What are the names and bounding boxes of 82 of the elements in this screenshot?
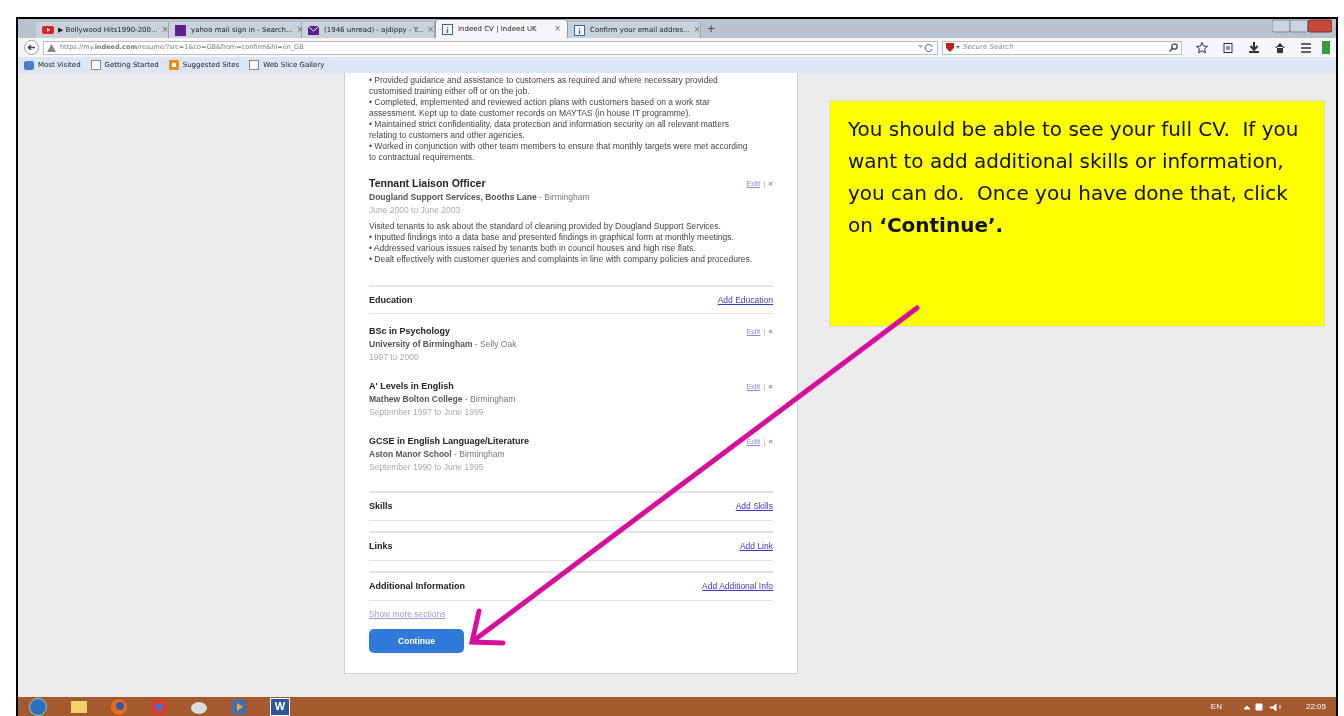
school-location: - Birmingham	[464, 394, 516, 404]
school-name: University of Birmingham	[369, 339, 473, 349]
star-icon[interactable]	[1196, 41, 1208, 54]
continue-button[interactable]: Continue	[369, 629, 464, 653]
show-more-link[interactable]: Show more sections	[369, 609, 773, 620]
play-icon[interactable]	[230, 697, 248, 716]
shield-icon	[946, 43, 960, 52]
remove-button[interactable]: ×	[768, 178, 773, 189]
employer-location: - Birmingham	[539, 192, 590, 202]
resume-text-line: • Worked in conjunction with other team members to ensure that monthly targets were met according	[369, 141, 749, 152]
warning-icon	[47, 43, 56, 52]
remove-button[interactable]: ×	[768, 436, 773, 447]
page-icon	[90, 60, 101, 70]
resume-text-line: • Completed, implemented and reviewed action plans with customers based on a work star	[369, 97, 711, 108]
edit-link[interactable]: Edit	[746, 381, 761, 392]
tab-close-button[interactable]: ×	[554, 23, 561, 35]
tab-close-button[interactable]: ×	[693, 24, 701, 36]
remove-button[interactable]: ×	[768, 326, 773, 337]
download-icon[interactable]	[1248, 41, 1260, 54]
window-controls-icon[interactable]	[1272, 19, 1332, 33]
menu-icon[interactable]	[1300, 41, 1312, 54]
callout-note: You should be able to see your full CV. If you want to add additional skills or information, you can do. Once you have done that, click on ‘Continue’.	[829, 100, 1325, 327]
edit-link[interactable]: Edit	[746, 178, 761, 189]
school-name: Aston Manor School	[369, 449, 452, 459]
language-indicator[interactable]: EN	[1210, 700, 1222, 713]
school-location: - Birmingham	[454, 449, 505, 459]
job-description-line: • Addressed various issues raised by tenants both in council houses and high rise flats.	[369, 243, 697, 254]
add-section-link[interactable]: Add Skills	[735, 501, 773, 512]
tab-close-button[interactable]: ×	[296, 24, 304, 36]
envelope-icon	[308, 24, 320, 36]
remove-button[interactable]: ×	[768, 381, 773, 392]
video-icon	[42, 24, 54, 36]
edit-link[interactable]: Edit	[746, 436, 761, 447]
new-tab-button[interactable]: +	[701, 21, 722, 36]
section-heading: Skills	[369, 501, 393, 512]
star-folder-icon	[24, 60, 34, 70]
reload-icon[interactable]	[918, 43, 934, 52]
school-name: Mathew Bolton College	[369, 394, 463, 404]
section-heading: Education	[369, 294, 413, 306]
job-dates: June 2000 to June 2003	[369, 205, 462, 216]
clock-time: 22:05	[1305, 700, 1326, 713]
resume-text-line: assessment. Kept up to date customer records on MAYTAS (in house IT programme).	[369, 108, 692, 119]
school-location: - Selly Oak	[474, 339, 517, 349]
education-dates: September 1997 to June 1999	[369, 407, 485, 418]
resume-text-line: customised training either off or on the job.	[369, 86, 531, 97]
back-button-icon[interactable]	[24, 40, 39, 55]
separator-text: |	[763, 436, 766, 447]
degree-title: GCSE in English Language/Literature	[369, 436, 530, 447]
tray-icons-icon[interactable]	[1243, 702, 1284, 711]
suggested-sites-icon	[168, 60, 179, 70]
add-section-link[interactable]: Add Link	[739, 541, 773, 552]
separator-text: |	[763, 326, 766, 337]
clipboard-icon[interactable]	[1222, 41, 1234, 54]
tab-close-button[interactable]: ×	[161, 24, 169, 36]
word-app-button[interactable]: W	[270, 697, 290, 716]
job-description-line: Visited tenants to ask about the standard of cleaning provided by Dougland Support Services.	[369, 221, 722, 232]
job-title: Tennant Liaison Officer	[369, 178, 486, 189]
page-icon	[442, 23, 454, 35]
employer-name: Dougland Support Services, Booths Lane	[369, 192, 537, 202]
page-icon	[249, 60, 260, 70]
add-section-link[interactable]: Add Additional Info	[702, 581, 773, 592]
separator-text: |	[763, 381, 766, 392]
home-icon[interactable]	[1274, 41, 1286, 54]
job-description-line: • Dealt effectively with customer queries and complaints in line with company policies and procedures.	[369, 254, 754, 265]
education-dates: September 1990 to June 1995	[369, 462, 485, 473]
resume-text-line: • Provided guidance and assistance to customers as required and where necessary provided	[369, 75, 719, 86]
separator-text: |	[763, 178, 766, 189]
resume-text-line: to contractual requirements.	[369, 152, 476, 163]
degree-title: BSc in Psychology	[369, 326, 451, 337]
start-orb-icon[interactable]	[28, 697, 48, 716]
add-section-link[interactable]: Add Education	[717, 294, 773, 306]
education-dates: 1997 to 2000	[369, 352, 420, 363]
section-heading: Links	[369, 541, 393, 552]
page-icon	[574, 24, 586, 36]
tab-close-button[interactable]: ×	[427, 24, 434, 36]
degree-title: A' Levels in English	[369, 381, 454, 392]
section-heading: Additional Information	[369, 581, 465, 592]
edit-link[interactable]: Edit	[746, 326, 761, 337]
resume-text-line: • Maintained strict confidentiality, data protection and information security on all relevant matters	[369, 119, 730, 130]
search-icon[interactable]	[1169, 43, 1178, 52]
resume-text-line: relating to customers and other agencies.	[369, 130, 526, 141]
job-description-line: • Inputted findings into a data base and presented findings in graphical form at monthly meetings.	[369, 232, 735, 243]
